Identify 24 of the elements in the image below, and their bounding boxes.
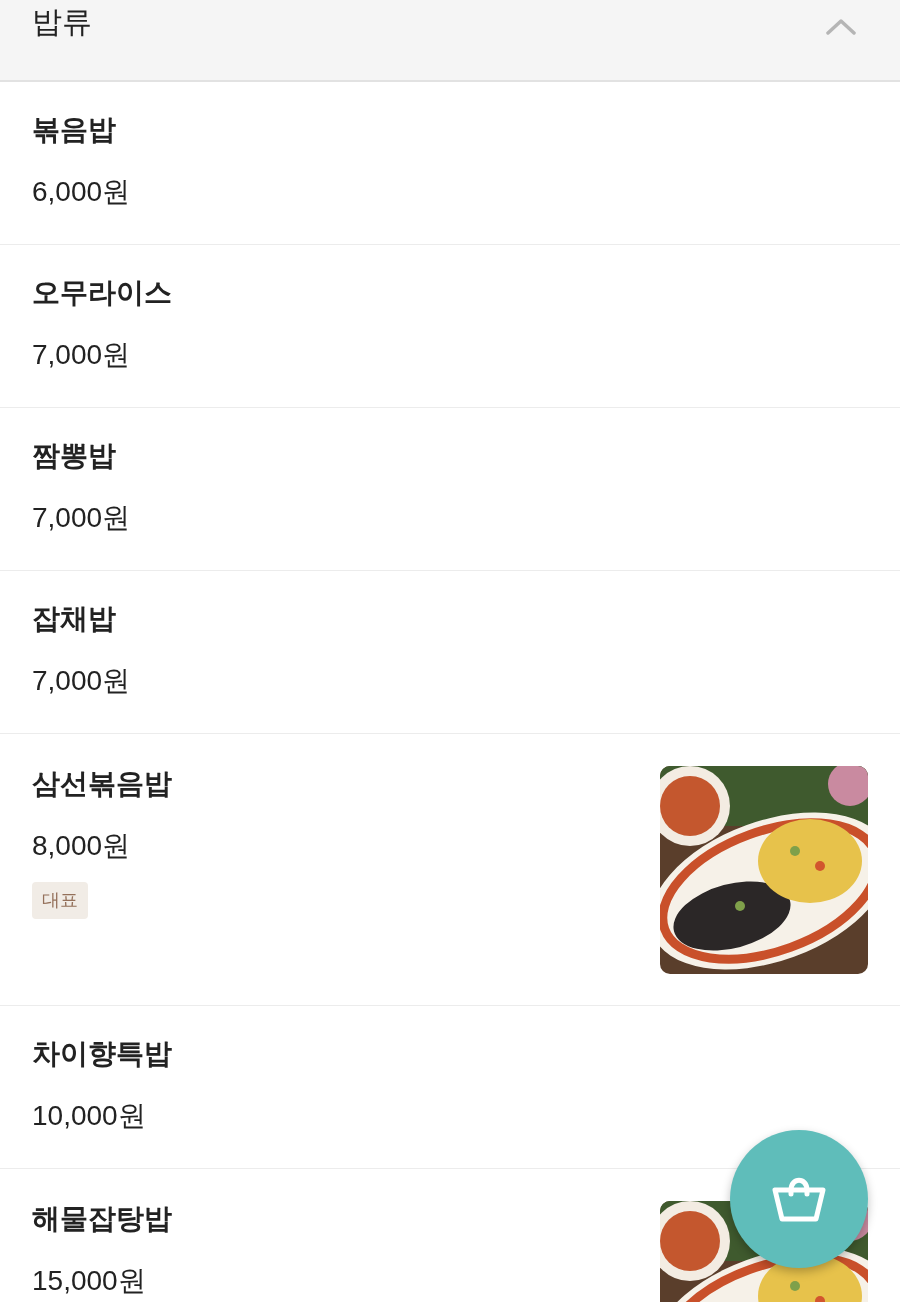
menu-item[interactable]: 볶음밥 6,000원 xyxy=(0,82,900,245)
item-name: 해물잡탕밥 xyxy=(32,1202,172,1236)
item-price: 7,000원 xyxy=(32,664,131,698)
item-name: 차이향특밥 xyxy=(32,1037,172,1071)
item-name: 오무라이스 xyxy=(32,276,172,310)
menu-item[interactable]: 오무라이스 7,000원 xyxy=(0,245,900,408)
cart-button[interactable] xyxy=(730,1130,868,1268)
basket-icon xyxy=(771,1175,827,1223)
item-price: 7,000원 xyxy=(32,501,131,535)
menu-item[interactable]: 잡채밥 7,000원 xyxy=(0,571,900,734)
category-title: 밥류 xyxy=(32,4,92,40)
item-name: 짬뽕밥 xyxy=(32,439,116,473)
item-name: 삼선볶음밥 xyxy=(32,767,172,801)
item-price: 8,000원 xyxy=(32,829,131,863)
item-price: 7,000원 xyxy=(32,338,131,372)
menu-item[interactable]: 삼선볶음밥 8,000원 대표 xyxy=(0,734,900,1006)
item-price: 15,000원 xyxy=(32,1264,146,1298)
item-name: 볶음밥 xyxy=(32,113,116,147)
item-price: 10,000원 xyxy=(32,1099,146,1133)
item-name: 잡채밥 xyxy=(32,602,116,636)
item-price: 6,000원 xyxy=(32,175,131,209)
menu-item[interactable]: 짬뽕밥 7,000원 xyxy=(0,408,900,571)
category-header[interactable]: 밥류 xyxy=(0,0,900,82)
item-tag: 대표 xyxy=(32,882,88,919)
